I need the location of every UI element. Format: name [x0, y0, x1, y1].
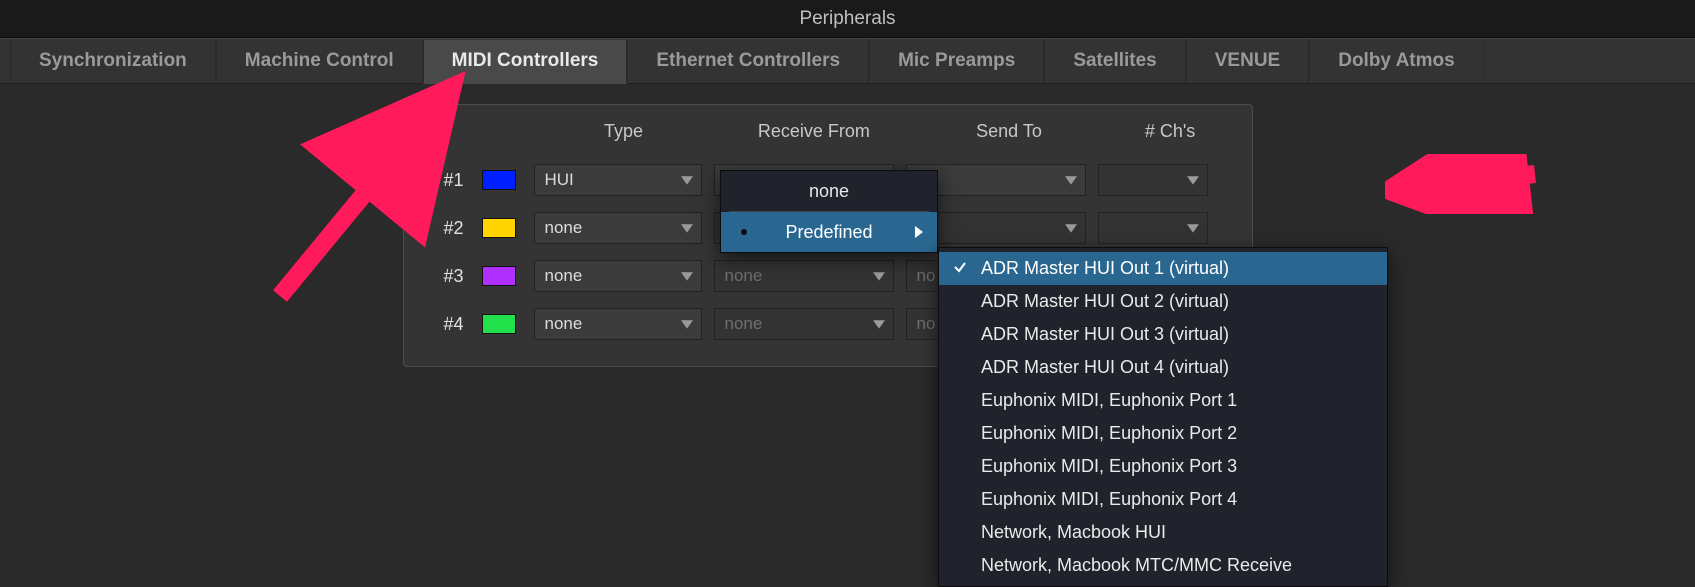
row-index: #3	[422, 266, 482, 287]
submenu-item[interactable]: ADR Master HUI Out 2 (virtual)	[939, 285, 1387, 318]
submenu-item-label: ADR Master HUI Out 3 (virtual)	[981, 324, 1229, 345]
send-value: no	[917, 266, 936, 286]
submenu-item[interactable]: Euphonix MIDI, Euphonix Port 1	[939, 384, 1387, 417]
type-select[interactable]: none	[534, 308, 702, 340]
submenu-item-label: Euphonix MIDI, Euphonix Port 4	[981, 489, 1237, 510]
submenu-item[interactable]: Euphonix MIDI, Euphonix Port 3	[939, 450, 1387, 483]
header-receive: Receive From	[716, 121, 911, 142]
header-channels: # Ch's	[1107, 121, 1234, 142]
channels-select[interactable]	[1098, 212, 1208, 244]
chevron-down-icon	[1065, 171, 1077, 191]
tab-machine-control[interactable]: Machine Control	[216, 39, 423, 83]
submenu-item[interactable]: Network, Macbook MTC/MMC Receive	[939, 549, 1387, 582]
row-index: #4	[422, 314, 482, 335]
tab-ethernet-controllers[interactable]: Ethernet Controllers	[627, 39, 869, 83]
tab-dolby-atmos[interactable]: Dolby Atmos	[1309, 39, 1483, 83]
submenu-item-label: Network, Macbook MTC/MMC Receive	[981, 555, 1292, 576]
check-icon	[953, 258, 967, 279]
tab-venue[interactable]: VENUE	[1186, 39, 1309, 83]
tab-satellites[interactable]: Satellites	[1044, 39, 1185, 83]
chevron-right-icon	[915, 222, 923, 243]
color-swatch[interactable]	[482, 218, 516, 238]
submenu-item-label: Euphonix MIDI, Euphonix Port 1	[981, 390, 1237, 411]
menu-item-none[interactable]: none	[721, 171, 937, 211]
tab-bar: SynchronizationMachine ControlMIDI Contr…	[0, 38, 1695, 84]
chevron-down-icon	[1187, 171, 1199, 191]
tab-midi-controllers[interactable]: MIDI Controllers	[423, 40, 628, 84]
content-area: Type Receive From Send To # Ch's #1 HUI #2…	[0, 84, 1695, 367]
submenu-item[interactable]: ADR Master HUI Out 3 (virtual)	[939, 318, 1387, 351]
chevron-down-icon	[681, 315, 693, 335]
chevron-down-icon	[681, 171, 693, 191]
type-select[interactable]: none	[534, 212, 702, 244]
tab-mic-preamps[interactable]: Mic Preamps	[869, 39, 1044, 83]
row-index: #1	[422, 170, 482, 191]
receive-value: none	[725, 266, 763, 286]
bullet-icon	[741, 229, 747, 235]
receive-from-select[interactable]: none	[714, 308, 894, 340]
chevron-down-icon	[1187, 219, 1199, 239]
chevron-down-icon	[873, 267, 885, 287]
header-send: Send To	[911, 121, 1106, 142]
submenu-item-label: Euphonix MIDI, Euphonix Port 3	[981, 456, 1237, 477]
type-value: none	[545, 266, 583, 286]
color-swatch[interactable]	[482, 314, 516, 334]
chevron-down-icon	[681, 267, 693, 287]
chevron-down-icon	[681, 219, 693, 239]
submenu-item-label: ADR Master HUI Out 1 (virtual)	[981, 258, 1229, 279]
row-index: #2	[422, 218, 482, 239]
type-value: HUI	[545, 170, 574, 190]
color-swatch[interactable]	[482, 170, 516, 190]
submenu-item-label: ADR Master HUI Out 4 (virtual)	[981, 357, 1229, 378]
channels-select[interactable]	[1098, 164, 1208, 196]
submenu-item-label: Euphonix MIDI, Euphonix Port 2	[981, 423, 1237, 444]
header-type: Type	[531, 121, 716, 142]
submenu-item[interactable]: ADR Master HUI Out 1 (virtual)	[939, 252, 1387, 285]
peripherals-window: Peripherals SynchronizationMachine Contr…	[0, 0, 1695, 565]
submenu-item-label: Network, Macbook HUI	[981, 522, 1166, 543]
menu-item-predefined[interactable]: Predefined	[721, 212, 937, 252]
color-swatch[interactable]	[482, 266, 516, 286]
type-value: none	[545, 218, 583, 238]
chevron-down-icon	[873, 315, 885, 335]
receive-from-menu[interactable]: none Predefined	[720, 170, 938, 253]
submenu-item[interactable]: Euphonix MIDI, Euphonix Port 4	[939, 483, 1387, 516]
submenu-item-label: ADR Master HUI Out 2 (virtual)	[981, 291, 1229, 312]
window-title: Peripherals	[0, 0, 1695, 38]
receive-from-select[interactable]: none	[714, 260, 894, 292]
type-select[interactable]: HUI	[534, 164, 702, 196]
menu-item-label: Predefined	[785, 222, 872, 243]
send-value: no	[917, 314, 936, 334]
predefined-submenu[interactable]: ADR Master HUI Out 1 (virtual) ADR Master…	[938, 247, 1388, 587]
menu-item-label: none	[809, 181, 849, 202]
chevron-down-icon	[1065, 219, 1077, 239]
submenu-item[interactable]: Euphonix MIDI, Euphonix Port 2	[939, 417, 1387, 450]
annotation-arrow-right	[1385, 154, 1545, 214]
receive-value: none	[725, 314, 763, 334]
type-value: none	[545, 314, 583, 334]
grid-header: Type Receive From Send To # Ch's	[422, 115, 1234, 156]
submenu-item[interactable]: Network, Macbook HUI	[939, 516, 1387, 549]
type-select[interactable]: none	[534, 260, 702, 292]
submenu-item[interactable]: ADR Master HUI Out 4 (virtual)	[939, 351, 1387, 384]
tab-synchronization[interactable]: Synchronization	[10, 39, 216, 83]
